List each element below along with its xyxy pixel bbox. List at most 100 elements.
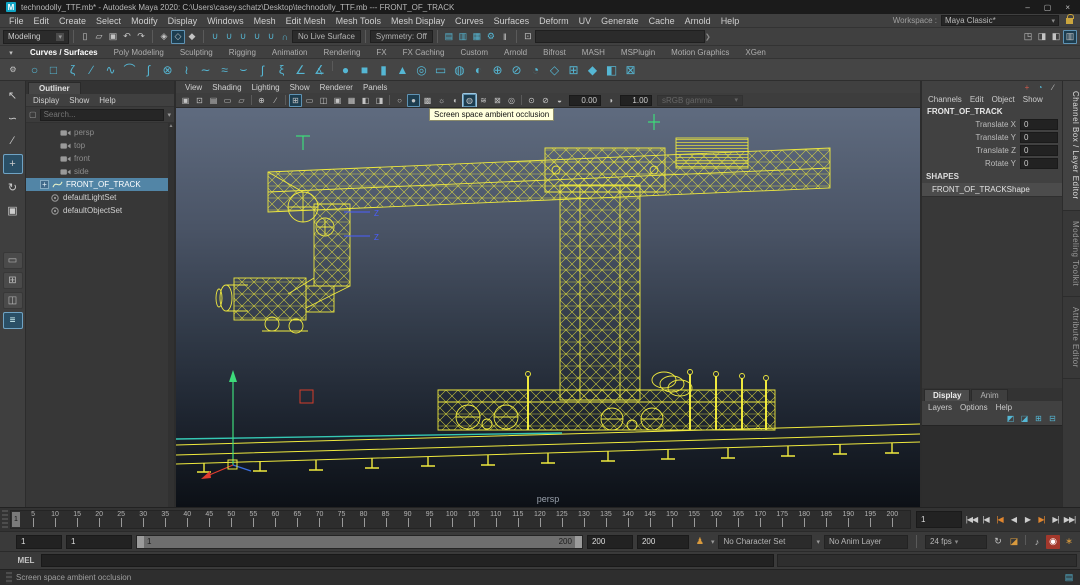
move-tool-icon[interactable]: + xyxy=(3,154,23,174)
shelf-tab-motion-graphics[interactable]: Motion Graphics xyxy=(663,47,737,58)
show-tool-settings-icon[interactable]: ◧ xyxy=(1049,30,1063,44)
input-field-mode-icon[interactable]: ⊡ xyxy=(521,30,535,44)
step-back-key-button[interactable]: |◀ xyxy=(993,515,1006,524)
safe-action-icon[interactable]: ◧ xyxy=(359,94,372,107)
snap-to-projected-center-icon[interactable]: ∪ xyxy=(250,30,264,44)
menu-help[interactable]: Help xyxy=(716,16,745,26)
shelf-menu-icon[interactable]: ▾ xyxy=(6,48,16,58)
detach-curves-icon[interactable]: ⌣ xyxy=(235,61,252,78)
attach-curves-icon[interactable]: ≈ xyxy=(216,61,233,78)
menu-create[interactable]: Create xyxy=(54,16,91,26)
shelf-options-gear-icon[interactable]: ⚙ xyxy=(8,65,18,75)
outliner-menu-show[interactable]: Show xyxy=(64,96,94,105)
step-back-frame-button[interactable]: |◀ xyxy=(979,515,992,524)
outliner-menu-help[interactable]: Help xyxy=(94,96,120,105)
menu-curves[interactable]: Curves xyxy=(450,16,489,26)
select-by-component-icon[interactable]: ◆ xyxy=(185,30,199,44)
outliner-item-persp[interactable]: persp xyxy=(26,126,174,139)
go-to-end-button[interactable]: ▶▶| xyxy=(1063,515,1076,524)
menu-arnold[interactable]: Arnold xyxy=(680,16,716,26)
auto-keyframe-icon[interactable]: ◉ xyxy=(1046,535,1060,549)
menu-modify[interactable]: Modify xyxy=(126,16,163,26)
snap-to-point-icon[interactable]: ∪ xyxy=(236,30,250,44)
range-end-handle[interactable] xyxy=(575,536,582,548)
quad-draw-icon[interactable]: ◧ xyxy=(603,61,620,78)
channel-value-field[interactable]: 0 xyxy=(1020,158,1058,169)
playback-loop-icon[interactable]: ↻ xyxy=(991,535,1005,549)
menu-deform[interactable]: Deform xyxy=(534,16,574,26)
drag-handle[interactable] xyxy=(2,510,8,529)
wireframe-icon[interactable]: ○ xyxy=(393,94,406,107)
offset-curve-icon[interactable]: ≀ xyxy=(178,61,195,78)
ipr-render-icon[interactable]: ▥ xyxy=(456,30,470,44)
show-channel-box-icon[interactable]: ▥ xyxy=(1063,30,1077,44)
make-live-icon[interactable]: ∩ xyxy=(278,30,292,44)
multi-cut-icon[interactable]: ◆ xyxy=(584,61,601,78)
animation-evaluation-icon[interactable]: ∗ xyxy=(1062,535,1076,549)
channel-box-menu-show[interactable]: Show xyxy=(1019,95,1047,104)
drag-handle[interactable] xyxy=(6,572,12,584)
search-input[interactable] xyxy=(40,109,165,121)
create-character-set-icon[interactable]: ♟ xyxy=(693,535,707,549)
shelf-tab-custom[interactable]: Custom xyxy=(452,47,496,58)
shelf-tab-xgen[interactable]: XGen xyxy=(737,47,773,58)
grid-icon[interactable]: ⊞ xyxy=(289,94,302,107)
channel-label[interactable]: Rotate Y xyxy=(985,159,1016,168)
menu-generate[interactable]: Generate xyxy=(596,16,644,26)
layer-editor-tab-anim[interactable]: Anim xyxy=(971,389,1007,401)
shelf-tab-fx-caching[interactable]: FX Caching xyxy=(395,47,453,58)
create-anim-layer-from-selected-icon[interactable]: ⊟ xyxy=(1047,413,1058,424)
image-plane-icon[interactable]: ▱ xyxy=(235,94,248,107)
polygon-sphere-icon[interactable]: ● xyxy=(337,61,354,78)
anim-layer-dropdown[interactable]: No Anim Layer xyxy=(824,535,908,549)
menu-windows[interactable]: Windows xyxy=(202,16,249,26)
play-backwards-button[interactable]: ◀ xyxy=(1007,515,1020,524)
grease-pencil-icon[interactable]: ∕ xyxy=(269,94,282,107)
create-layer-from-selected-icon[interactable]: ◪ xyxy=(1019,413,1030,424)
selected-node-name[interactable]: FRONT_OF_TRACK xyxy=(922,105,1062,118)
x-ray-icon[interactable]: ⊘ xyxy=(539,94,552,107)
channel-box-menu-object[interactable]: Object xyxy=(988,95,1019,104)
animation-end-field[interactable]: 200 xyxy=(637,535,689,549)
wireframe-crane-model[interactable]: Z Z xyxy=(176,108,920,507)
outliner-persp-layout-icon[interactable]: ≡ xyxy=(3,312,23,329)
edit-channels-icon[interactable]: ∕ xyxy=(1048,82,1058,92)
shelf-tab-curves-surfaces[interactable]: Curves / Surfaces xyxy=(22,47,106,58)
shelf-tab-rigging[interactable]: Rigging xyxy=(221,47,264,58)
shaded-icon[interactable]: ● xyxy=(407,94,420,107)
add-points-tool-icon[interactable]: ∫ xyxy=(140,61,157,78)
create-anim-layer-icon[interactable]: ⊞ xyxy=(1033,413,1044,424)
workspace-dropdown[interactable]: Maya Classic* ▾ xyxy=(941,15,1059,26)
menu-select[interactable]: Select xyxy=(91,16,126,26)
ep-curve-tool-icon[interactable]: ∕ xyxy=(83,61,100,78)
layer-list[interactable] xyxy=(922,425,1062,507)
step-forward-key-button[interactable]: ▶| xyxy=(1035,515,1048,524)
menu-display[interactable]: Display xyxy=(163,16,203,26)
show-attribute-editor-icon[interactable]: ◨ xyxy=(1035,30,1049,44)
depth-of-field-icon[interactable]: ◎ xyxy=(505,94,518,107)
gamma-icon[interactable]: ◑ xyxy=(604,94,617,107)
multisample-anti-aliasing-icon[interactable]: ⊠ xyxy=(491,94,504,107)
select-by-hierarchy-icon[interactable]: ◈ xyxy=(157,30,171,44)
gate-mask-icon[interactable]: ▣ xyxy=(331,94,344,107)
playblast-icon[interactable]: ◪ xyxy=(1007,535,1021,549)
polygon-cone-icon[interactable]: ▲ xyxy=(394,61,411,78)
scale-tool-icon[interactable]: ▣ xyxy=(3,200,23,220)
select-tool-icon[interactable]: ↖ xyxy=(3,85,23,105)
playback-end-field[interactable]: 200 xyxy=(587,535,633,549)
bookmarks-icon[interactable]: ▭ xyxy=(221,94,234,107)
channel-value-field[interactable]: 0 xyxy=(1020,132,1058,143)
animation-start-field[interactable]: 1 xyxy=(16,535,62,549)
channel-label[interactable]: Translate Y xyxy=(976,133,1016,142)
exposure-field[interactable]: 0.00 xyxy=(569,95,601,106)
outliner-item-top[interactable]: top xyxy=(26,139,174,152)
save-scene-icon[interactable]: ▣ xyxy=(106,30,120,44)
layer-editor-menu-help[interactable]: Help xyxy=(992,403,1016,412)
outliner-item-defaultobjectset[interactable]: defaultObjectSet xyxy=(26,204,174,217)
go-to-start-button[interactable]: |◀◀ xyxy=(965,515,978,524)
channel-box-menu-channels[interactable]: Channels xyxy=(924,95,966,104)
paint-select-tool-icon[interactable]: ∕ xyxy=(3,131,23,151)
outliner-list[interactable]: ▲ persptopfrontside+FRONT_OF_TRACKdefaul… xyxy=(26,123,174,507)
render-current-frame-icon[interactable]: ▤ xyxy=(442,30,456,44)
menu-edit[interactable]: Edit xyxy=(29,16,55,26)
